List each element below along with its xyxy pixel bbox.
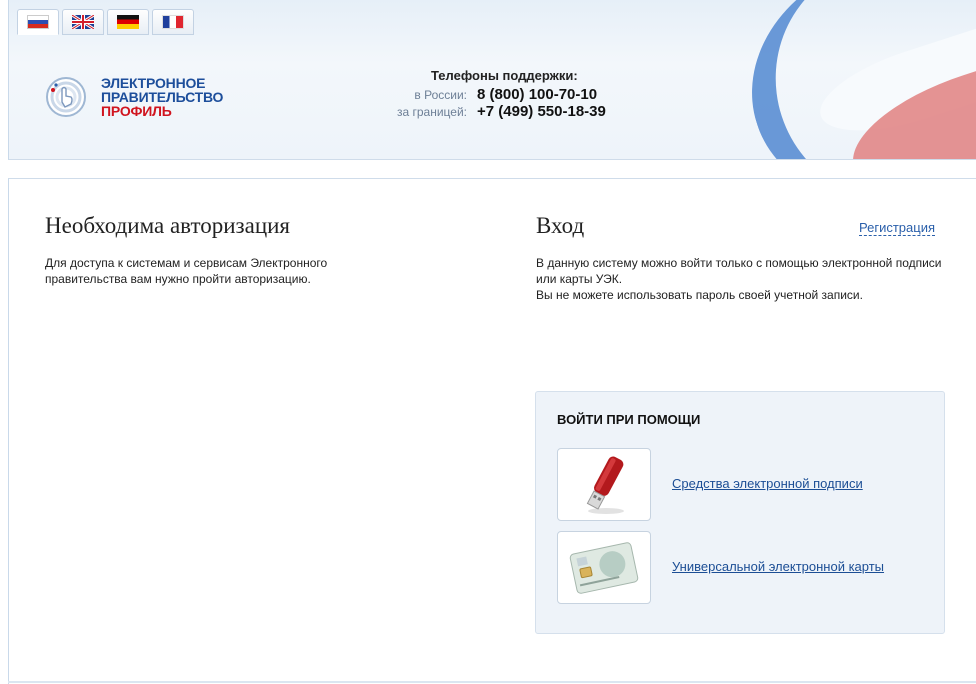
electronic-signature-link[interactable]: Средства электронной подписи [672, 476, 863, 491]
logo-line-2: ПРАВИТЕЛЬСТВО [101, 89, 224, 105]
flag-uk-icon [72, 15, 94, 29]
footer-divider [8, 681, 976, 683]
support-phone-abroad: +7 (499) 550-18-39 [477, 103, 606, 120]
support-title: Телефоны поддержки: [431, 68, 578, 83]
logo-text: ЭЛЕКТРОННОЕ ПРАВИТЕЛЬСТВО ПРОФИЛЬ [101, 76, 223, 118]
site-logo[interactable]: ЭЛЕКТРОННОЕ ПРАВИТЕЛЬСТВО ПРОФИЛЬ [45, 76, 223, 118]
header-decoration-blue [719, 0, 976, 159]
support-label-russia: в России: [414, 88, 467, 102]
lang-tab-fr[interactable] [152, 9, 194, 35]
logo-line-3: ПРОФИЛЬ [101, 103, 172, 119]
site-header: ЭЛЕКТРОННОЕ ПРАВИТЕЛЬСТВО ПРОФИЛЬ Телефо… [8, 0, 976, 160]
support-phone-russia: 8 (800) 100-70-10 [477, 86, 598, 103]
flag-fr-icon [162, 15, 184, 29]
login-heading: Вход [536, 213, 585, 238]
logo-line-1: ЭЛЕКТРОННОЕ [101, 75, 206, 91]
universal-card-thumb[interactable] [557, 531, 651, 604]
login-description-line-2: Вы не можете использовать пароль своей у… [536, 288, 863, 302]
flag-de-icon [117, 15, 139, 29]
hand-touch-logo-icon [46, 77, 86, 117]
registration-link[interactable]: Регистрация [859, 220, 935, 236]
login-methods-panel: ВОЙТИ ПРИ ПОМОЩИ Средства электронной по… [535, 391, 945, 634]
login-methods-title: ВОЙТИ ПРИ ПОМОЩИ [557, 412, 701, 427]
login-description-line-1: В данную систему можно войти только с по… [536, 256, 942, 286]
support-row-abroad: за границей: +7 (499) 550-18-39 [395, 103, 606, 120]
electronic-signature-thumb[interactable] [557, 448, 651, 521]
lang-tab-en[interactable] [62, 9, 104, 35]
universal-card-link[interactable]: Универсальной электронной карты [672, 559, 884, 574]
usb-token-icon [586, 456, 624, 514]
support-phones: Телефоны поддержки: в России: 8 (800) 10… [395, 68, 606, 120]
lang-tab-ru[interactable] [17, 9, 59, 35]
language-switcher [17, 9, 194, 35]
login-description: В данную систему можно войти только с по… [536, 255, 956, 303]
auth-description: Для доступа к системам и сервисам Электр… [45, 256, 328, 286]
lang-tab-de[interactable] [107, 9, 149, 35]
support-label-abroad: за границей: [396, 105, 467, 119]
auth-heading: Необходима авторизация [45, 213, 291, 238]
flag-ru-icon [27, 15, 49, 29]
smart-card-icon [569, 541, 639, 594]
support-row-russia: в России: 8 (800) 100-70-10 [395, 86, 606, 103]
